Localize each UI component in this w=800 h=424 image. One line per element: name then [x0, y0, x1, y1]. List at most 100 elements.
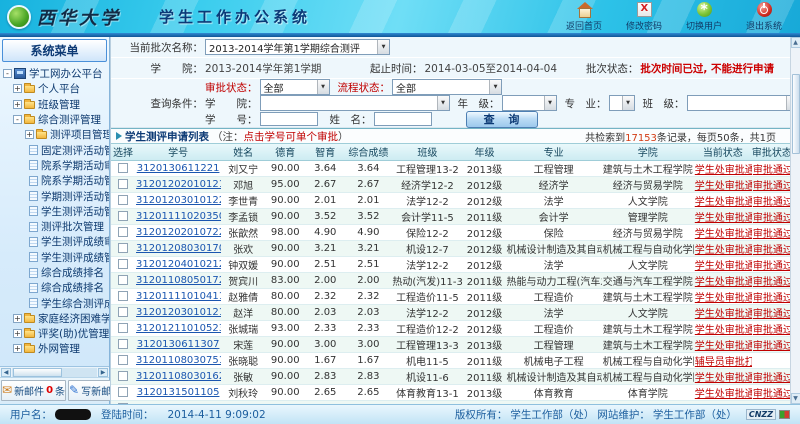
approve-status-link[interactable]: 审批通过 — [753, 197, 790, 208]
approve-status-link[interactable]: 审批通过 — [753, 309, 790, 320]
current-status-link[interactable]: 学生处审批通过 — [695, 309, 752, 320]
current-status-link[interactable]: 学生处审批通过 — [695, 165, 752, 176]
sidebar-item[interactable]: 综合成绩排名（学年 — [2, 280, 109, 295]
scroll-left-icon[interactable]: ◀ — [1, 368, 11, 377]
approve-status-select[interactable]: 全部 — [260, 79, 330, 95]
student-id-link[interactable]: 312012040102126 — [136, 259, 221, 270]
student-id-link[interactable]: 312012030101220 — [136, 195, 221, 206]
student-id-link[interactable]: 312011080501721 — [136, 275, 221, 286]
current-status-link[interactable]: 学生处审批通过 — [695, 325, 752, 336]
major-filter-select[interactable] — [609, 95, 635, 111]
row-checkbox[interactable] — [118, 163, 128, 173]
student-id-link[interactable]: 312012020107227 — [136, 227, 221, 238]
current-status-link[interactable]: 学生处审批通过 — [695, 229, 752, 240]
sidebar-item[interactable]: 综合成绩排名 — [2, 265, 109, 280]
hscroll-track[interactable] — [12, 368, 97, 377]
class-filter-select[interactable] — [687, 95, 791, 111]
current-status-link[interactable]: 学生处审批通过 — [695, 389, 752, 400]
tree-expand-icon[interactable]: + — [13, 84, 22, 93]
row-checkbox[interactable] — [118, 275, 128, 285]
tree-collapse-icon[interactable]: - — [13, 115, 22, 124]
approve-status-link[interactable]: 审批通过 — [753, 165, 790, 176]
row-checkbox[interactable] — [118, 211, 128, 221]
switch-user-button[interactable]: 切换用户 — [682, 2, 726, 32]
hscroll-thumb[interactable] — [13, 368, 62, 377]
cnzz-counter[interactable]: CNZZ — [746, 409, 776, 420]
logout-button[interactable]: 退出系统 — [742, 2, 786, 32]
row-checkbox[interactable] — [118, 259, 128, 269]
approve-status-link[interactable]: 审批通过 — [753, 277, 790, 288]
current-status-link[interactable]: 学生处审批通过 — [695, 213, 752, 224]
student-id-link[interactable]: 312011080301628 — [136, 371, 221, 382]
student-id-link[interactable]: 312012080301704 — [136, 243, 221, 254]
sidebar-item[interactable]: 测评批次管理 — [2, 219, 109, 234]
tree-expand-icon[interactable]: + — [13, 314, 22, 323]
student-id-link[interactable]: 3120130611221 — [137, 163, 220, 174]
approve-status-link[interactable]: 审批通过 — [753, 245, 790, 256]
student-id-link[interactable]: 312012030101219 — [136, 307, 221, 318]
tree-expand-icon[interactable]: + — [13, 344, 22, 353]
approve-status-link[interactable]: 审批通过 — [753, 293, 790, 304]
row-checkbox[interactable] — [118, 355, 128, 365]
scroll-down-icon[interactable]: ▼ — [791, 393, 800, 404]
sidebar-item[interactable]: 院系学期活动审批 — [2, 158, 109, 173]
row-checkbox[interactable] — [118, 307, 128, 317]
student-id-link[interactable]: 312011110203508 — [136, 211, 221, 222]
current-status-link[interactable]: 学生处审批通过 — [695, 277, 752, 288]
vertical-scrollbar[interactable]: ▲ ▼ — [790, 37, 800, 404]
current-status-link[interactable]: 学生处审批通过 — [695, 293, 752, 304]
sidebar-item[interactable]: 学生测评成绩审核 — [2, 234, 109, 249]
sidebar-item[interactable]: -综合测评管理 — [2, 112, 109, 127]
row-checkbox[interactable] — [118, 339, 128, 349]
student-id-input[interactable] — [260, 112, 318, 126]
student-id-link[interactable]: 312012020101210 — [136, 179, 221, 190]
student-id-link[interactable]: 312012110105233 — [136, 323, 221, 334]
sidebar-item[interactable]: 学生测评活动管理 — [2, 204, 109, 219]
home-button[interactable]: 返回首页 — [562, 2, 606, 32]
sidebar-item[interactable]: 学生测评成绩管理 — [2, 250, 109, 265]
current-status-link[interactable]: 学生处审批通过 — [695, 373, 752, 384]
flow-status-select[interactable]: 全部 — [392, 79, 502, 95]
row-checkbox[interactable] — [118, 291, 128, 301]
search-button[interactable]: 查 询 — [466, 111, 538, 128]
sidebar-item[interactable]: +测评项目管理 — [2, 127, 109, 142]
current-status-link[interactable]: 辅导员审批打回 — [695, 357, 752, 368]
tree-expand-icon[interactable]: + — [25, 130, 34, 139]
tree-collapse-icon[interactable]: - — [3, 69, 12, 78]
approve-status-link[interactable]: 审批通过 — [753, 229, 790, 240]
approve-status-link[interactable]: 审批通过 — [753, 213, 790, 224]
college-filter-select[interactable] — [260, 95, 450, 111]
scroll-up-icon[interactable]: ▲ — [791, 37, 800, 48]
student-name-input[interactable] — [374, 112, 432, 126]
password-button[interactable]: 修改密码 — [622, 2, 666, 32]
sidebar-item[interactable]: +家庭经济困难学生认定 — [2, 311, 109, 326]
current-status-link[interactable]: 学生处审批通过 — [695, 261, 752, 272]
student-id-link[interactable]: 3120131501105 — [137, 387, 220, 398]
tree-expand-icon[interactable]: + — [13, 100, 22, 109]
new-mail-button[interactable]: 新邮件0条 — [1, 380, 66, 401]
current-status-link[interactable]: 学生处审批通过 — [695, 245, 752, 256]
sidebar-item[interactable]: +外网管理 — [2, 341, 109, 356]
current-status-link[interactable]: 学生处审批通过 — [695, 181, 752, 192]
grade-filter-select[interactable] — [502, 95, 557, 111]
row-checkbox[interactable] — [118, 371, 128, 381]
current-status-link[interactable]: 学生处审批通过 — [695, 197, 752, 208]
student-id-link[interactable]: 312011110104117 — [136, 291, 221, 302]
sidebar-item[interactable]: 学生综合测评成绩 — [2, 295, 109, 310]
sidebar-item[interactable]: 院系学期活动管理 — [2, 173, 109, 188]
vscroll-thumb[interactable] — [792, 74, 800, 154]
sidebar-item[interactable]: +班级管理 — [2, 97, 109, 112]
row-checkbox[interactable] — [118, 243, 128, 253]
student-id-link[interactable]: 312011080307519 — [136, 355, 221, 366]
scroll-right-icon[interactable]: ▶ — [98, 368, 108, 377]
student-id-link[interactable]: 3120130611307 — [137, 339, 220, 350]
sidebar-item[interactable]: +个人平台 — [2, 81, 109, 96]
row-checkbox[interactable] — [118, 323, 128, 333]
batch-select[interactable]: 2013-2014学年第1学期综合测评 — [205, 39, 390, 55]
tree-expand-icon[interactable]: + — [13, 329, 22, 338]
approve-status-link[interactable]: 审批通过 — [753, 261, 790, 272]
sidebar-item[interactable]: +评奖(助)优管理 — [2, 326, 109, 341]
approve-status-link[interactable]: 审批通过 — [753, 325, 790, 336]
row-checkbox[interactable] — [118, 387, 128, 397]
sidebar-item[interactable]: 学期测评活动管理 — [2, 188, 109, 203]
